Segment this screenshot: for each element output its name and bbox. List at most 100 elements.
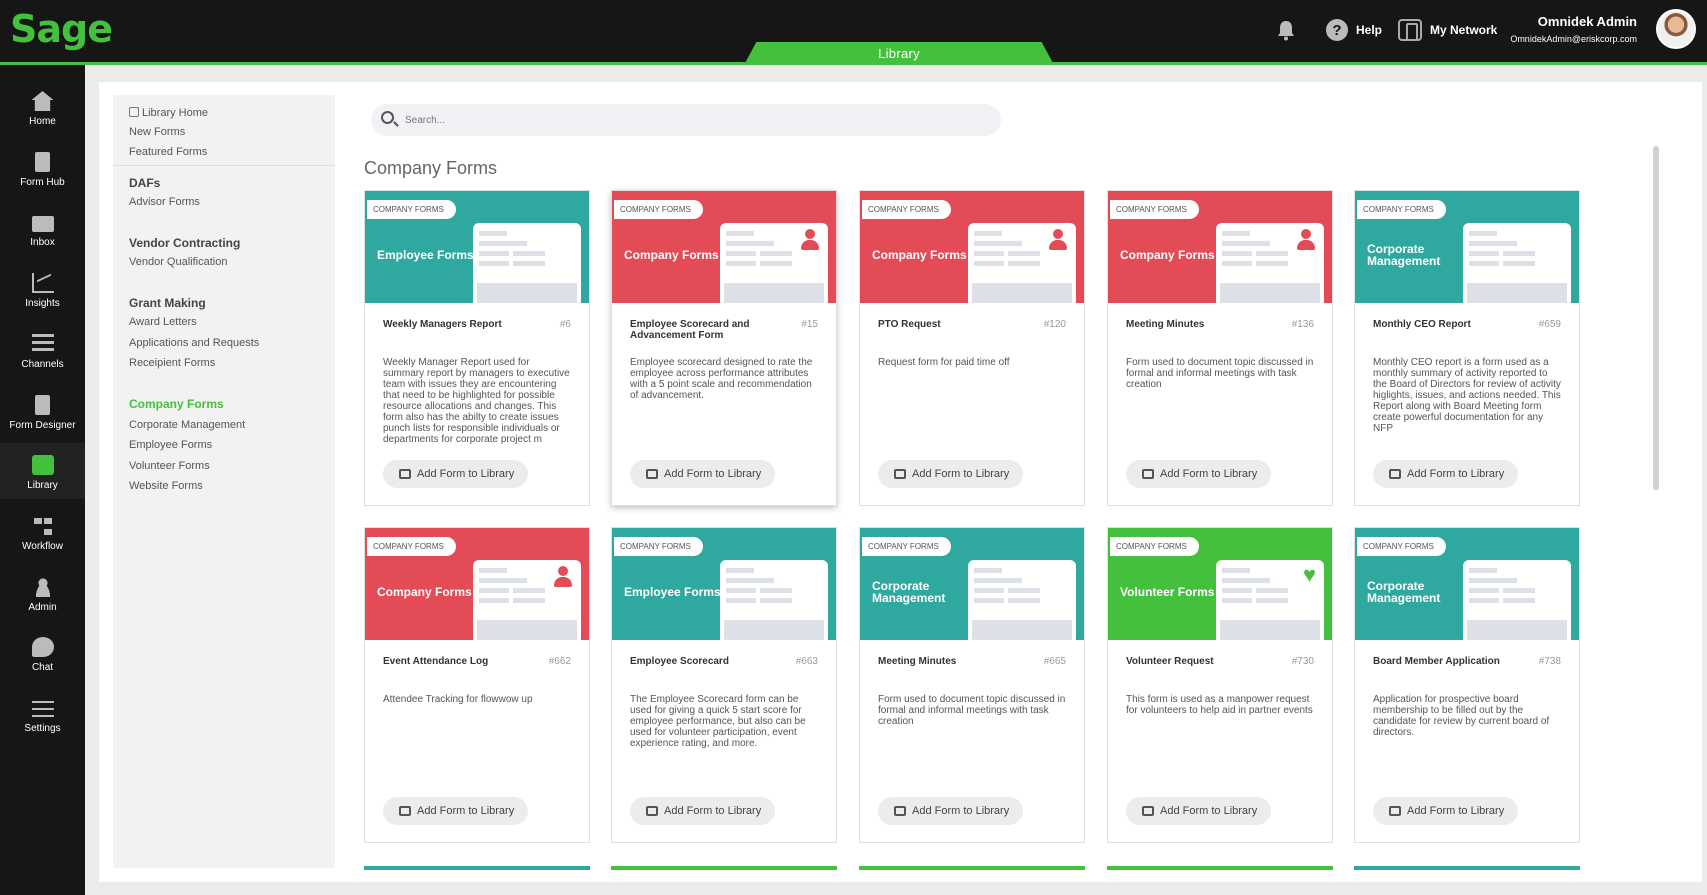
form-title: Event Attendance Log (383, 656, 489, 667)
banner-title: Employee Forms (377, 248, 474, 262)
nav-item-form-designer[interactable]: Form Designer (0, 383, 85, 439)
category-badge: COMPANY FORMS (1110, 537, 1199, 556)
add-form-to-library-button[interactable]: Add Form to Library (878, 460, 1024, 488)
people-icon (31, 576, 54, 597)
category-badge: COMPANY FORMS (1110, 200, 1199, 219)
featured-forms-link[interactable]: Featured Forms (129, 146, 207, 158)
card-banner: COMPANY FORMS Company Forms (612, 191, 836, 303)
person-icon (554, 566, 572, 588)
form-card[interactable]: COMPANY FORMS Company Forms Employee Score… (611, 190, 837, 506)
library-home-link[interactable]: Library Home (129, 107, 208, 119)
nav-item-chat[interactable]: Chat (0, 625, 85, 681)
form-card[interactable]: COMPANY FORMS Company Forms Meeting Minute… (1107, 190, 1333, 506)
volunteer-forms-link[interactable]: Volunteer Forms (129, 460, 210, 472)
category-badge: COMPANY FORMS (862, 200, 951, 219)
add-form-to-library-button[interactable]: Add Form to Library (1373, 460, 1519, 488)
receipient-forms-link[interactable]: Receipient Forms (129, 357, 215, 369)
add-form-to-library-button[interactable]: Add Form to Library (1126, 460, 1272, 488)
nav-item-insights[interactable]: Insights (0, 261, 85, 317)
notifications-bell-icon[interactable] (1276, 0, 1296, 60)
add-form-to-library-button[interactable]: Add Form to Library (630, 797, 776, 825)
form-preview-icon (968, 560, 1076, 640)
next-row-card-edge (859, 866, 1085, 870)
form-number: #659 (1538, 319, 1561, 330)
form-card[interactable]: COMPANY FORMS Employee Forms Weekly Manage… (364, 190, 590, 506)
new-forms-link[interactable]: New Forms (129, 126, 185, 138)
banner-title: Company Forms (1120, 248, 1215, 262)
form-title: Weekly Managers Report (383, 319, 502, 330)
add-button-label: Add Form to Library (1407, 468, 1505, 480)
next-row-card-edge (611, 866, 837, 870)
user-name: Omnidek Admin (1537, 14, 1637, 29)
nav-item-label: Inbox (30, 237, 55, 249)
nav-item-label: Settings (24, 723, 61, 734)
header-divider (0, 62, 1707, 65)
scrollbar[interactable] (1653, 146, 1659, 490)
company-forms-heading[interactable]: Company Forms (129, 397, 224, 411)
form-number: #665 (1043, 656, 1066, 667)
help-button[interactable]: ? Help (1326, 0, 1382, 60)
sliders-icon (31, 698, 54, 718)
form-card[interactable]: COMPANY FORMS Corporate Management Board M… (1354, 527, 1580, 843)
next-row-card-edge (1107, 866, 1333, 870)
add-form-to-library-button[interactable]: Add Form to Library (630, 460, 776, 488)
dafs-heading[interactable]: DAFs (129, 176, 160, 190)
card-banner: COMPANY FORMS Company Forms (365, 528, 589, 640)
nav-item-form-hub[interactable]: Form Hub (0, 140, 85, 196)
advisor-forms-link[interactable]: Advisor Forms (129, 196, 200, 208)
vendor-qualification-link[interactable]: Vendor Qualification (129, 256, 227, 268)
vendor-contracting-heading[interactable]: Vendor Contracting (129, 236, 240, 250)
nav-item-home[interactable]: Home (0, 79, 85, 135)
nav-item-label: Chat (31, 662, 54, 674)
add-button-label: Add Form to Library (664, 805, 762, 817)
person-icon (1297, 229, 1315, 251)
category-badge: COMPANY FORMS (862, 537, 951, 556)
avatar[interactable] (1656, 9, 1696, 49)
add-form-to-library-button[interactable]: Add Form to Library (878, 797, 1024, 825)
search-icon (381, 111, 394, 124)
form-card[interactable]: COMPANY FORMS Corporate Management Monthly… (1354, 190, 1580, 506)
form-title: Volunteer Request (1126, 656, 1214, 667)
add-to-library-icon (1389, 806, 1401, 816)
corporate-management-link[interactable]: Corporate Management (129, 419, 245, 431)
form-preview-icon (473, 223, 581, 303)
website-forms-link[interactable]: Website Forms (129, 480, 203, 492)
form-card[interactable]: COMPANY FORMS Corporate Management Meeting… (859, 527, 1085, 843)
form-card[interactable]: COMPANY FORMS Company Forms PTO Request #12… (859, 190, 1085, 506)
form-description: Form used to document topic discussed in… (878, 694, 1066, 727)
form-card[interactable]: COMPANY FORMS Volunteer Forms ♥ Volunteer R… (1107, 527, 1333, 843)
add-button-label: Add Form to Library (417, 805, 515, 817)
add-form-to-library-button[interactable]: Add Form to Library (1126, 797, 1272, 825)
nav-item-workflow[interactable]: Workflow (0, 504, 85, 560)
form-card[interactable]: COMPANY FORMS Employee Forms Employee Scor… (611, 527, 837, 843)
user-info[interactable]: Omnidek Admin OmnidekAdmin@eriskcorp.com (1510, 14, 1637, 44)
employee-forms-link[interactable]: Employee Forms (129, 439, 212, 451)
nav-item-settings[interactable]: Settings (0, 686, 85, 742)
sage-logo[interactable]: Sage (10, 7, 113, 51)
nav-item-admin[interactable]: Admin (0, 565, 85, 621)
add-to-library-icon (399, 806, 411, 816)
form-number: #120 (1043, 319, 1066, 330)
form-number: #136 (1291, 319, 1314, 330)
applications-requests-link[interactable]: Applications and Requests (129, 337, 259, 349)
add-button-label: Add Form to Library (664, 468, 762, 480)
my-network-button[interactable]: My Network (1398, 0, 1497, 60)
award-letters-link[interactable]: Award Letters (129, 316, 197, 328)
form-preview-icon (1463, 223, 1571, 303)
network-icon (1398, 19, 1422, 41)
next-row-card-edge (364, 866, 590, 870)
search-input[interactable] (405, 104, 985, 136)
add-form-to-library-button[interactable]: Add Form to Library (383, 797, 529, 825)
nav-item-library[interactable]: Library (0, 443, 85, 500)
nav-item-channels[interactable]: Channels (0, 322, 85, 378)
my-network-label: My Network (1430, 23, 1498, 37)
grant-making-heading[interactable]: Grant Making (129, 296, 206, 310)
add-form-to-library-button[interactable]: Add Form to Library (383, 460, 529, 488)
add-form-to-library-button[interactable]: Add Form to Library (1373, 797, 1519, 825)
card-banner: COMPANY FORMS Corporate Management (1355, 528, 1579, 640)
form-number: #662 (548, 656, 571, 667)
form-preview-icon (720, 223, 828, 303)
form-card[interactable]: COMPANY FORMS Company Forms Event Attendan… (364, 527, 590, 843)
mail-icon (31, 216, 54, 233)
nav-item-inbox[interactable]: Inbox (0, 200, 85, 256)
